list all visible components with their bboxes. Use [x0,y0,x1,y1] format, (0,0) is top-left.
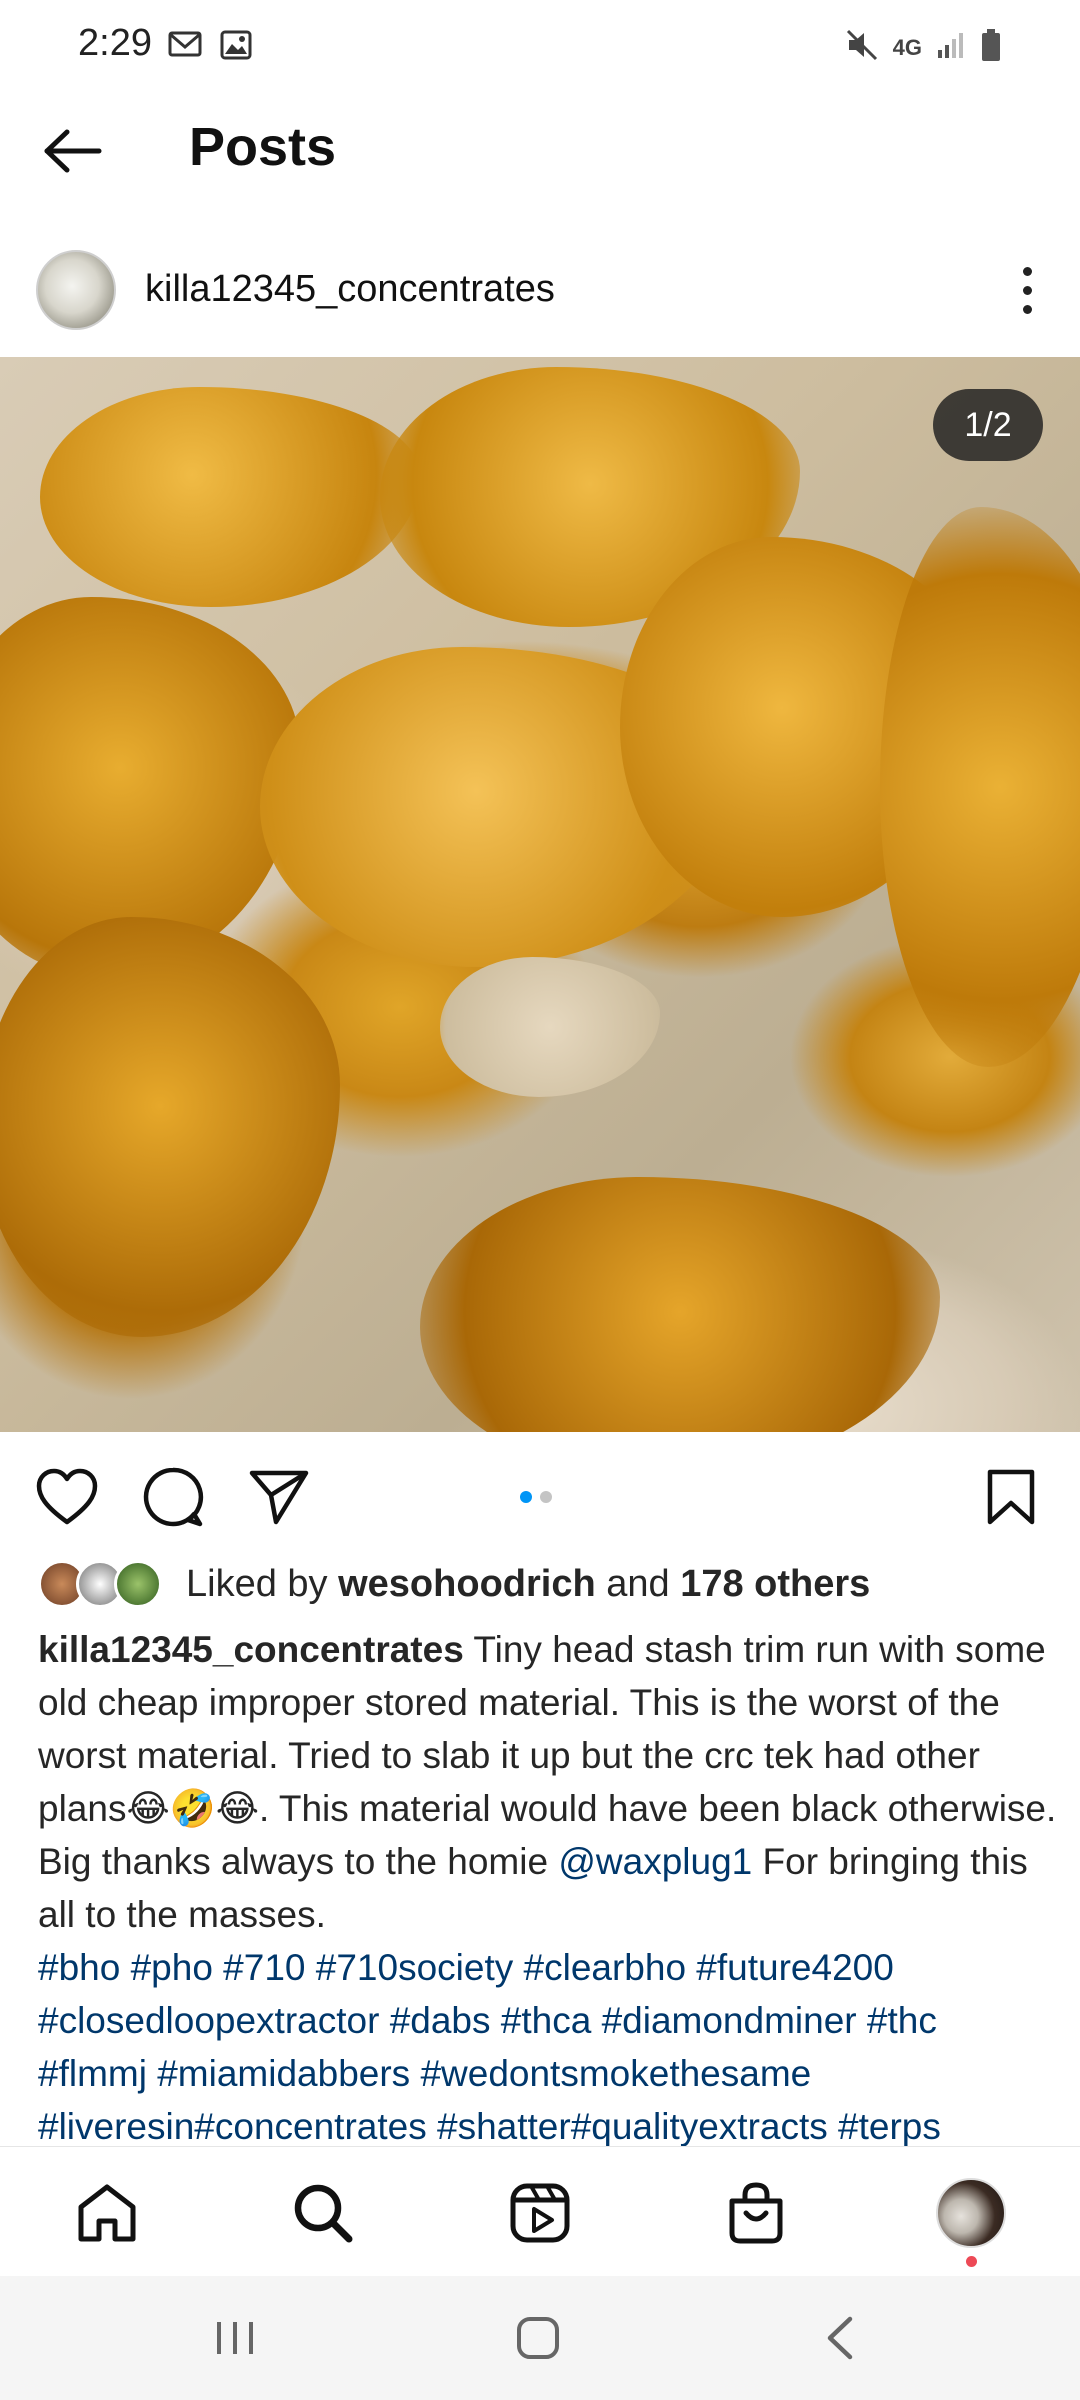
4g-icon: 4G [892,34,922,60]
comment-button[interactable] [138,1462,208,1532]
caption-hashtags[interactable]: #bho #pho #710 #710society #clearbho #fu… [38,1947,894,1988]
comment-icon [143,1467,204,1527]
mute-icon [845,28,879,67]
bottom-navigation [0,2146,1080,2276]
caption-hashtags[interactable]: #flmmj #miamidabbers #wedontsmokethesame [38,2053,811,2094]
post-actions [0,1440,1080,1550]
battery-icon [980,28,1002,67]
notification-dot [966,2256,977,2267]
caption-hashtags[interactable]: #closedloopextractor #dabs #thca #diamon… [38,2000,937,2041]
save-button[interactable] [976,1462,1046,1532]
more-options-button[interactable] [1000,254,1054,326]
like-button[interactable] [32,1462,102,1532]
heart-icon [36,1468,98,1525]
likes-summary[interactable]: Liked by wesohoodrich and 178 others [38,1556,870,1612]
post-header: killa12345_concentrates [0,232,1080,348]
nav-search[interactable] [285,2175,361,2251]
more-dot [1022,285,1032,295]
nav-home[interactable] [69,2175,145,2251]
recents-button[interactable] [200,2306,270,2370]
nav-shop[interactable] [718,2175,794,2251]
liker-username[interactable]: wesohoodrich [338,1563,596,1605]
back-chevron-icon [827,2316,853,2360]
caption-username[interactable]: killa12345_concentrates [38,1629,464,1670]
gmail-icon [168,30,202,65]
status-right-icons: 4G [845,28,1002,67]
send-icon [249,1470,309,1525]
nav-reels[interactable] [502,2175,578,2251]
back-button[interactable] [40,118,106,184]
post-caption: killa12345_concentrates Tiny head stash … [38,1623,1058,2153]
home-square-icon [517,2317,559,2359]
home-icon [78,2184,136,2242]
liker-avatar [114,1560,162,1608]
page-title: Posts [189,117,337,177]
shop-icon [729,2182,783,2244]
back-system-button[interactable] [805,2306,875,2370]
status-bar: 2:29 4G [0,0,1080,92]
share-button[interactable] [244,1462,314,1532]
likes-text: Liked by wesohoodrich and 178 others [186,1562,871,1605]
carousel-dot [540,1491,552,1503]
status-left-icons [168,30,252,65]
system-navigation-bar [0,2276,1080,2400]
author-avatar[interactable] [36,250,116,330]
likes-count[interactable]: 178 others [680,1563,870,1605]
carousel-dot-active [520,1491,532,1503]
search-icon [294,2184,353,2243]
more-dot [1022,304,1032,314]
post-image[interactable]: 1/2 [0,357,1080,1432]
status-time: 2:29 [78,22,152,64]
nav-profile[interactable] [933,2175,1009,2251]
gallery-icon [220,30,252,65]
header: Posts [0,92,1080,210]
author-username[interactable]: killa12345_concentrates [145,268,555,311]
reels-icon [510,2183,570,2243]
bookmark-icon [987,1469,1035,1525]
profile-avatar [936,2178,1006,2248]
caption-mention[interactable]: @waxplug1 [558,1841,752,1882]
signal-icon [936,30,966,65]
caption-hashtags[interactable]: #liveresin#concentrates #shatter#quality… [38,2106,941,2147]
liker-avatars [38,1558,168,1610]
carousel-indicator [520,1491,552,1503]
image-counter: 1/2 [933,389,1043,461]
back-arrow-icon [44,129,102,173]
more-dot [1022,266,1032,276]
home-system-button[interactable] [503,2306,573,2370]
recents-icon [217,2322,253,2354]
